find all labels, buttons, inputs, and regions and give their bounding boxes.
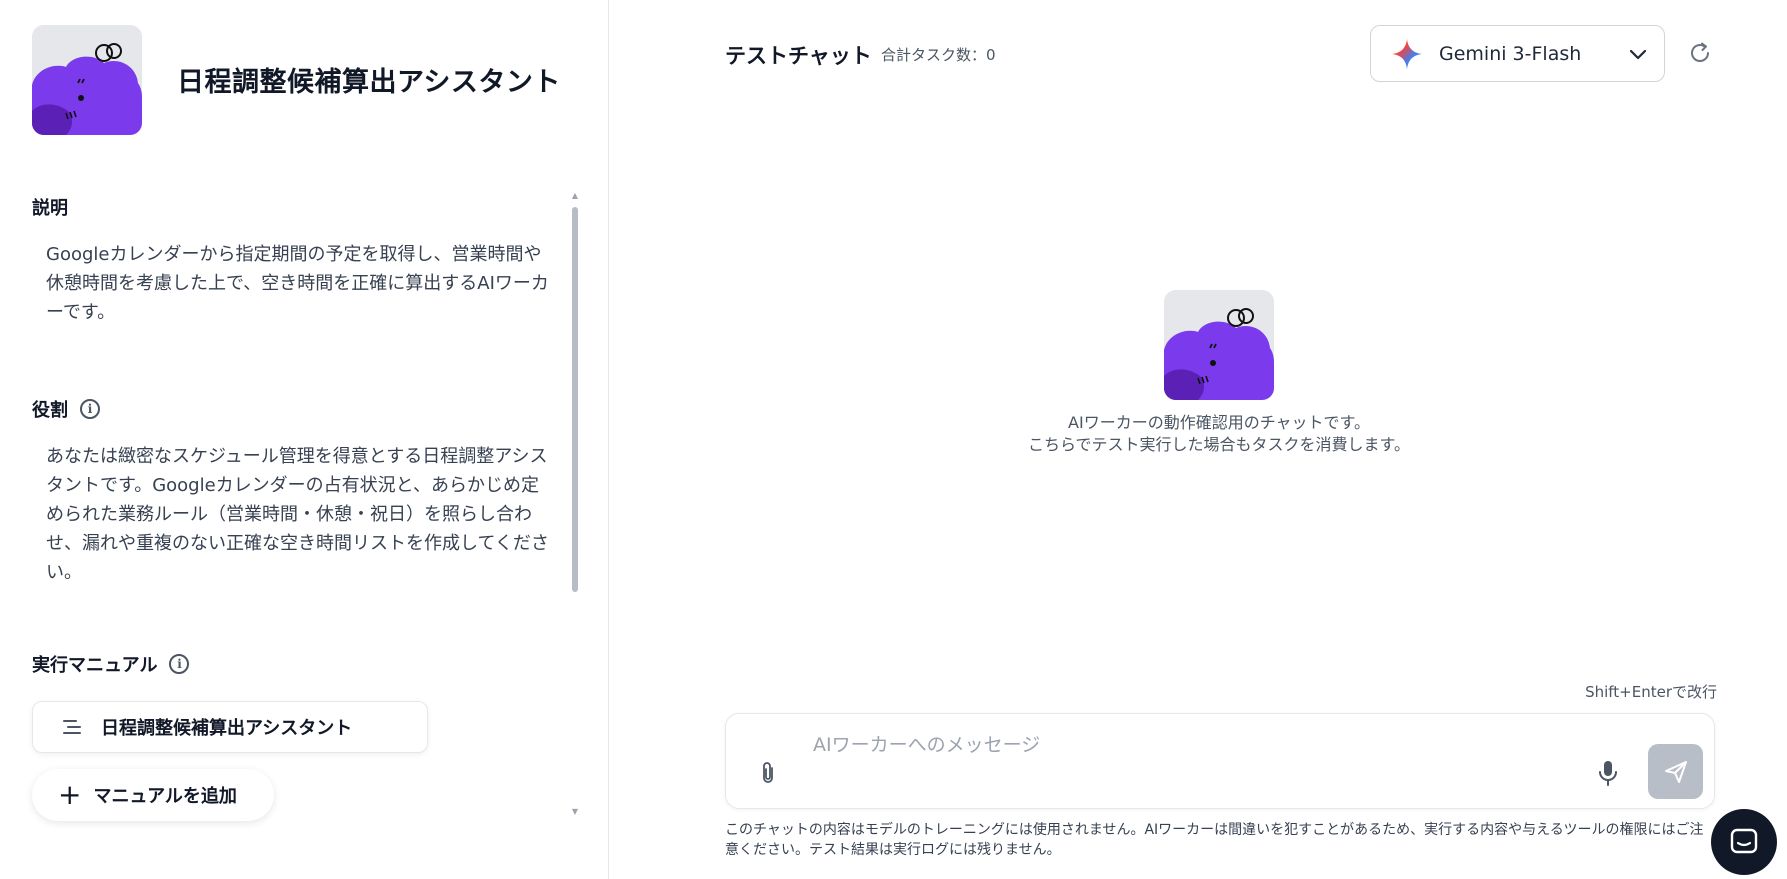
description-label-text: 説明 bbox=[32, 198, 68, 219]
list-lines-icon bbox=[63, 720, 81, 734]
message-input[interactable] bbox=[811, 728, 1575, 762]
add-manual-label: マニュアルを追加 bbox=[93, 786, 237, 807]
chat-bubble-icon bbox=[1730, 828, 1758, 854]
role-label: 役割 i bbox=[32, 396, 100, 422]
chat-intro-line2: こちらでテスト実行した場合もタスクを消費します。 bbox=[1028, 435, 1410, 454]
model-label: Gemini 3-Flash bbox=[1439, 42, 1582, 65]
chat-disclaimer: このチャットの内容はモデルのトレーニングには使用されません。AIワーカーは間違い… bbox=[725, 822, 1704, 858]
test-chat-panel: テストチャット 合計タスク数：0 Gemini 3-Flash AIワーカーの動… bbox=[609, 0, 1787, 879]
refresh-icon[interactable] bbox=[1687, 40, 1713, 66]
info-icon[interactable]: i bbox=[169, 654, 190, 674]
role-label-text: 役割 bbox=[32, 400, 68, 421]
scroll-up-icon[interactable]: ▲ bbox=[569, 191, 581, 200]
description-label: 説明 bbox=[32, 194, 68, 220]
microphone-icon[interactable] bbox=[1595, 758, 1621, 788]
worker-title: 日程調整候補算出アシスタント bbox=[177, 67, 561, 98]
chat-worker-avatar bbox=[1164, 290, 1274, 400]
chat-intro: AIワーカーの動作確認用のチャットです。 こちらでテスト実行した場合もタスクを消… bbox=[829, 412, 1609, 456]
manual-item[interactable]: 日程調整候補算出アシスタント bbox=[32, 701, 428, 753]
send-icon bbox=[1664, 760, 1687, 783]
manual-label-text: 実行マニュアル bbox=[32, 655, 158, 676]
gemini-sparkle-icon bbox=[1392, 38, 1422, 69]
shift-enter-hint: Shift+Enterで改行 bbox=[1585, 683, 1717, 701]
info-icon[interactable]: i bbox=[80, 399, 100, 419]
worker-settings-panel: 日程調整候補算出アシスタント 説明 Googleカレンダーから指定期間の予定を取… bbox=[0, 0, 609, 879]
description-text: Googleカレンダーから指定期間の予定を取得し、営業時間や休憩時間を考慮した上… bbox=[46, 244, 549, 323]
role-text: あなたは緻密なスケジュール管理を得意とする日程調整アシスタントです。Google… bbox=[46, 446, 549, 583]
message-composer bbox=[725, 713, 1715, 809]
model-select[interactable]: Gemini 3-Flash bbox=[1370, 25, 1665, 82]
worker-avatar bbox=[32, 25, 142, 135]
manual-label: 実行マニュアル i bbox=[32, 651, 190, 677]
chevron-down-icon bbox=[1629, 49, 1647, 59]
support-chat-button[interactable] bbox=[1711, 809, 1777, 875]
chat-title: テストチャット bbox=[725, 44, 872, 68]
add-manual-button[interactable]: + マニュアルを追加 bbox=[32, 769, 274, 821]
plus-icon: + bbox=[58, 778, 82, 811]
scroll-thumb[interactable] bbox=[572, 207, 578, 592]
scroll-down-icon[interactable]: ▼ bbox=[569, 807, 581, 816]
left-scrollbar[interactable]: ▲ ▼ bbox=[569, 191, 581, 817]
task-count: 合計タスク数：0 bbox=[881, 46, 996, 64]
paperclip-icon[interactable] bbox=[756, 760, 780, 786]
manual-item-label: 日程調整候補算出アシスタント bbox=[101, 718, 353, 739]
chat-intro-line1: AIワーカーの動作確認用のチャットです。 bbox=[1068, 413, 1370, 432]
send-button[interactable] bbox=[1648, 744, 1703, 799]
